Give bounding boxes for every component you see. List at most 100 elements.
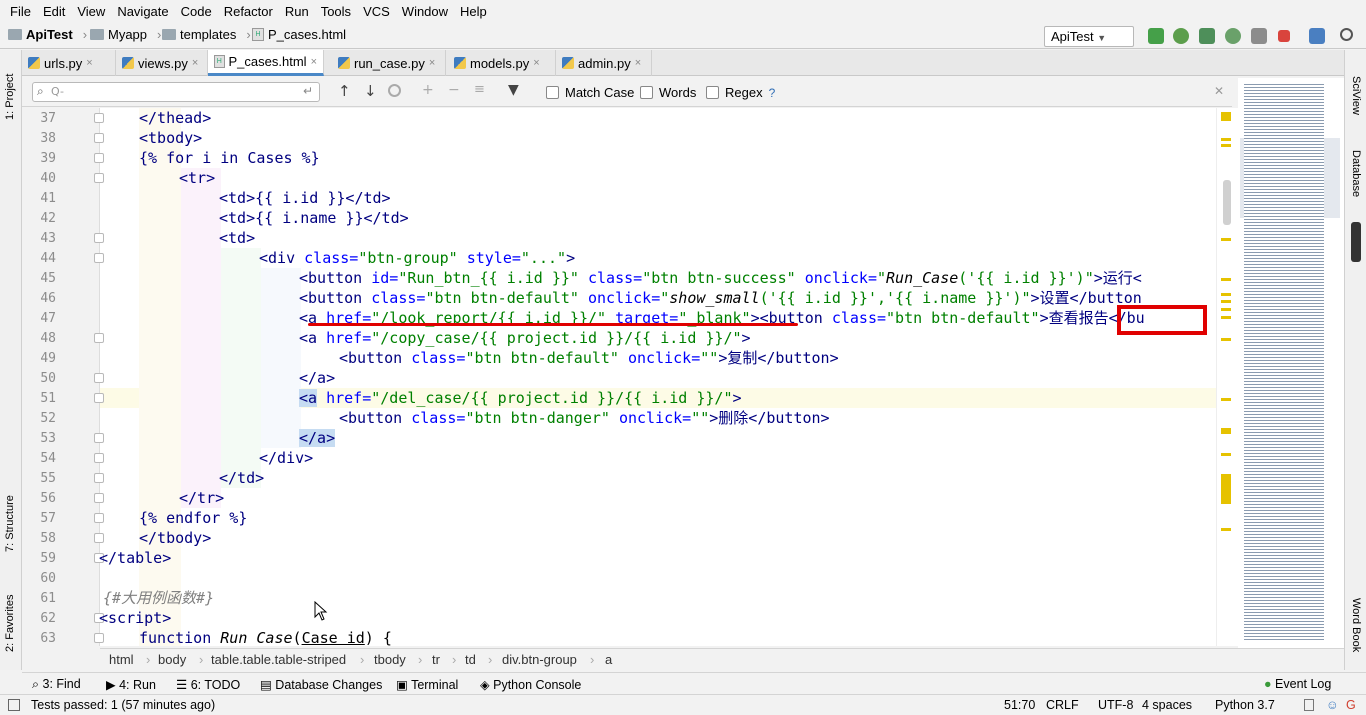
- find-tool-button[interactable]: ⌕ 3: Find: [32, 677, 81, 692]
- plugin-status-icon[interactable]: [1351, 222, 1361, 262]
- menu-navigate[interactable]: Navigate: [111, 4, 174, 19]
- coverage-icon[interactable]: [1199, 28, 1215, 44]
- close-icon[interactable]: ×: [533, 57, 539, 69]
- indent-setting[interactable]: 4 spaces: [1142, 698, 1192, 712]
- occurrence-marker[interactable]: [1221, 293, 1231, 296]
- occurrence-marker[interactable]: [1221, 278, 1231, 281]
- tab-run-case-py[interactable]: run_case.py ×: [332, 50, 446, 76]
- breadcrumb-item[interactable]: tbody: [374, 652, 406, 667]
- nav-project[interactable]: ApiTest ›: [8, 27, 87, 42]
- next-occurrence-icon[interactable]: ↓: [364, 82, 377, 100]
- select-all-icon[interactable]: ≡: [474, 82, 485, 97]
- menu-code[interactable]: Code: [175, 4, 218, 19]
- line-separator[interactable]: CRLF: [1046, 698, 1079, 712]
- nav-dir-templates[interactable]: templates ›: [162, 27, 251, 42]
- favorites-tool-button[interactable]: 2: Favorites: [4, 582, 16, 652]
- remove-selection-icon[interactable]: −: [448, 82, 460, 98]
- breadcrumb-item[interactable]: div.btn-group: [502, 652, 577, 667]
- breadcrumb-item[interactable]: tr: [432, 652, 440, 667]
- layout-toggle-icon[interactable]: [8, 699, 20, 711]
- structure-tool-button[interactable]: 7: Structure: [4, 482, 16, 552]
- breadcrumb-item[interactable]: html: [109, 652, 134, 667]
- wordbook-tool-button[interactable]: Word Book: [1350, 598, 1362, 668]
- search-everywhere-icon[interactable]: [1340, 28, 1353, 41]
- profile-icon[interactable]: [1225, 28, 1241, 44]
- breadcrumb-item[interactable]: table.table.table-striped: [211, 652, 346, 667]
- project-tool-button[interactable]: 1: Project: [4, 60, 16, 120]
- fold-marker-icon[interactable]: [94, 253, 104, 263]
- rerun-icon[interactable]: [1148, 28, 1164, 44]
- menu-refactor[interactable]: Refactor: [218, 4, 279, 19]
- occurrence-marker[interactable]: [1221, 138, 1231, 141]
- occurrence-marker[interactable]: [1221, 338, 1231, 341]
- tab-urls-py[interactable]: urls.py ×: [22, 50, 116, 76]
- close-icon[interactable]: ×: [311, 56, 317, 68]
- words-option[interactable]: Words: [640, 85, 696, 100]
- fold-marker-icon[interactable]: [94, 153, 104, 163]
- fold-marker-icon[interactable]: [94, 333, 104, 343]
- nav-file[interactable]: H P_cases.html: [252, 27, 346, 42]
- occurrence-marker[interactable]: [1221, 398, 1231, 401]
- fold-marker-icon[interactable]: [94, 113, 104, 123]
- fold-marker-icon[interactable]: [94, 633, 104, 643]
- fold-marker-icon[interactable]: [94, 373, 104, 383]
- fold-marker-icon[interactable]: [94, 133, 104, 143]
- occurrence-marker[interactable]: [1221, 144, 1231, 147]
- breadcrumb-item[interactable]: body: [158, 652, 186, 667]
- fold-marker-icon[interactable]: [94, 233, 104, 243]
- nav-dir-myapp[interactable]: Myapp ›: [90, 27, 161, 42]
- occurrence-marker[interactable]: [1221, 300, 1231, 303]
- close-icon[interactable]: ✕: [1214, 84, 1224, 98]
- event-log-tool-button[interactable]: ● Event Log: [1264, 677, 1331, 691]
- run-config-select[interactable]: ApiTest ▼: [1044, 26, 1134, 47]
- database-tool-button[interactable]: Database: [1350, 150, 1362, 210]
- inspector-icon[interactable]: ☺: [1326, 698, 1339, 712]
- python-console-tool-button[interactable]: ◈ Python Console: [480, 677, 581, 692]
- run-tool-button[interactable]: ▶ 4: Run: [106, 677, 156, 692]
- scrollbar-thumb[interactable]: [1223, 180, 1231, 225]
- tab-admin-py[interactable]: admin.py ×: [556, 50, 652, 76]
- regex-help-link[interactable]: ?: [769, 86, 776, 100]
- menu-help[interactable]: Help: [454, 4, 493, 19]
- fold-marker-icon[interactable]: [94, 493, 104, 503]
- build-icon[interactable]: [1251, 28, 1267, 44]
- menu-tools[interactable]: Tools: [315, 4, 357, 19]
- todo-tool-button[interactable]: ☰ 6: TODO: [176, 677, 240, 692]
- search-input[interactable]: ⌕ Q- ↵: [32, 82, 320, 102]
- occurrence-marker[interactable]: [1221, 474, 1231, 504]
- filter-icon[interactable]: ▼: [508, 82, 519, 98]
- debug-icon[interactable]: [1173, 28, 1189, 44]
- fold-marker-icon[interactable]: [94, 393, 104, 403]
- words-checkbox[interactable]: [640, 86, 653, 99]
- python-interpreter[interactable]: Python 3.7: [1215, 698, 1275, 712]
- warning-marker[interactable]: [1221, 112, 1231, 121]
- menu-file[interactable]: File: [4, 4, 37, 19]
- menu-window[interactable]: Window: [396, 4, 454, 19]
- previous-occurrence-icon[interactable]: ↑: [338, 82, 351, 100]
- code-minimap[interactable]: [1238, 78, 1344, 648]
- translate-icon[interactable]: [1309, 28, 1325, 44]
- add-selection-icon[interactable]: +: [422, 82, 434, 98]
- google-icon[interactable]: G: [1346, 698, 1356, 712]
- tab-views-py[interactable]: views.py ×: [116, 50, 208, 76]
- db-changes-tool-button[interactable]: ▤ Database Changes: [260, 677, 382, 692]
- tab-p-cases-html[interactable]: H P_cases.html ×: [208, 50, 324, 76]
- menu-view[interactable]: View: [71, 4, 111, 19]
- occurrence-marker[interactable]: [1221, 428, 1231, 434]
- match-case-checkbox[interactable]: [546, 86, 559, 99]
- breadcrumb-item[interactable]: td: [465, 652, 476, 667]
- stop-icon[interactable]: [1278, 30, 1290, 42]
- terminal-tool-button[interactable]: ▣ Terminal: [396, 677, 458, 692]
- occurrence-marker[interactable]: [1221, 238, 1231, 241]
- fold-marker-icon[interactable]: [94, 173, 104, 183]
- file-encoding[interactable]: UTF-8: [1098, 698, 1133, 712]
- tab-models-py[interactable]: models.py ×: [448, 50, 556, 76]
- menu-run[interactable]: Run: [279, 4, 315, 19]
- lock-icon[interactable]: [1304, 699, 1314, 711]
- menu-edit[interactable]: Edit: [37, 4, 71, 19]
- fold-marker-icon[interactable]: [94, 533, 104, 543]
- error-stripe[interactable]: [1216, 108, 1238, 646]
- breadcrumb-item[interactable]: a: [605, 652, 612, 667]
- sciview-tool-button[interactable]: SciView: [1350, 76, 1362, 126]
- occurrence-marker[interactable]: [1221, 316, 1231, 319]
